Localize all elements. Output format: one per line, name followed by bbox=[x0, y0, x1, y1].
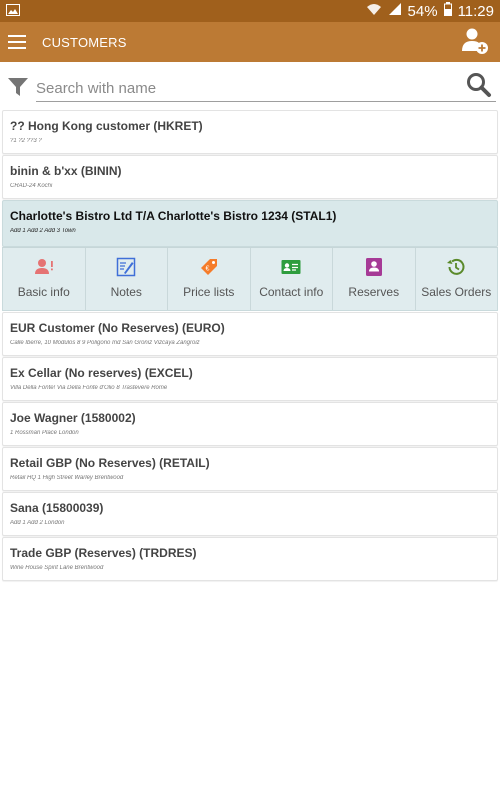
customer-row[interactable]: Retail GBP (No Reserves) (RETAIL) Retail… bbox=[2, 447, 498, 491]
action-label: Sales Orders bbox=[421, 285, 492, 299]
customer-address: Add 1 Add 2 Add 3 Town bbox=[10, 228, 76, 234]
history-icon bbox=[447, 258, 465, 275]
search-icon[interactable] bbox=[466, 72, 492, 103]
customer-name: Retail GBP (No Reserves) (RETAIL) bbox=[10, 456, 210, 470]
customer-address: Add 1 Add 2 London bbox=[10, 520, 65, 526]
customer-name: Charlotte's Bistro Ltd T/A Charlotte's B… bbox=[10, 209, 337, 223]
customer-row[interactable]: Sana (15800039) Add 1 Add 2 London bbox=[2, 492, 498, 536]
notes-button[interactable]: Notes bbox=[86, 248, 168, 310]
customer-name: Sana (15800039) bbox=[10, 501, 104, 515]
add-person-icon bbox=[462, 28, 488, 54]
sales-orders-button[interactable]: Sales Orders bbox=[416, 248, 498, 310]
customer-name: Joe Wagner (1580002) bbox=[10, 411, 136, 425]
filter-icon[interactable] bbox=[7, 76, 29, 103]
customer-address: 1 Rossman Place London bbox=[10, 430, 79, 436]
customer-row[interactable]: Ex Cellar (No reserves) (EXCEL) Villa De… bbox=[2, 357, 498, 401]
customer-address: CRAD-24 Kochi bbox=[10, 183, 53, 189]
person-alert-icon bbox=[34, 259, 53, 274]
contact-info-button[interactable]: Contact info bbox=[251, 248, 333, 310]
battery-icon bbox=[443, 2, 452, 20]
page-title: CUSTOMERS bbox=[42, 34, 127, 50]
customer-row-selected[interactable]: Charlotte's Bistro Ltd T/A Charlotte's B… bbox=[2, 200, 498, 247]
gallery-notification-icon bbox=[6, 3, 20, 20]
search-input[interactable] bbox=[36, 76, 496, 102]
svg-text:€: € bbox=[205, 266, 209, 273]
customer-name: Trade GBP (Reserves) (TRDRES) bbox=[10, 546, 197, 560]
price-tag-icon: € bbox=[200, 259, 217, 275]
wifi-icon bbox=[366, 2, 382, 20]
price-lists-button[interactable]: € Price lists bbox=[168, 248, 251, 310]
customer-address: Calle Iberre, 10 Modulos 8 9 Poligono In… bbox=[10, 340, 200, 346]
customer-address: Villa Della Fonte! Via Della Fonte d'Oli… bbox=[10, 385, 168, 391]
notes-icon bbox=[117, 257, 136, 277]
customer-row[interactable]: Joe Wagner (1580002) 1 Rossman Place Lon… bbox=[2, 402, 498, 446]
customer-address: ?1 ?2 ??3 ? bbox=[10, 138, 42, 144]
customer-name: binin & b'xx (BININ) bbox=[10, 164, 122, 178]
action-label: Contact info bbox=[259, 285, 324, 299]
customer-row[interactable]: Trade GBP (Reserves) (TRDRES) Wine House… bbox=[2, 537, 498, 581]
customer-address: Wine House Spirit Lane Brentwood bbox=[10, 565, 104, 571]
customer-address: Retail HQ 1 High Street Warley Brentwood bbox=[10, 475, 124, 481]
app-bar: CUSTOMERS bbox=[0, 22, 500, 62]
add-customer-button[interactable] bbox=[460, 26, 490, 56]
customer-row[interactable]: EUR Customer (No Reserves) (EURO) Calle … bbox=[2, 312, 498, 356]
customer-name: Ex Cellar (No reserves) (EXCEL) bbox=[10, 366, 193, 380]
customer-name: EUR Customer (No Reserves) (EURO) bbox=[10, 321, 225, 335]
customer-row[interactable]: binin & b'xx (BININ) CRAD-24 Kochi bbox=[2, 155, 498, 199]
customer-row[interactable]: ?? Hong Kong customer (HKRET) ?1 ?2 ??3 … bbox=[2, 110, 498, 154]
customer-actions-bar: Basic info Notes € Price lists Contact i… bbox=[2, 247, 498, 311]
action-label: Price lists bbox=[183, 285, 235, 299]
hamburger-menu-icon[interactable] bbox=[8, 35, 26, 49]
basic-info-button[interactable]: Basic info bbox=[3, 248, 86, 310]
signal-icon bbox=[388, 2, 402, 20]
contact-card-icon bbox=[281, 260, 301, 274]
customer-name: ?? Hong Kong customer (HKRET) bbox=[10, 119, 203, 133]
battery-percent: 54% bbox=[407, 2, 438, 20]
action-label: Reserves bbox=[348, 285, 400, 299]
clock: 11:29 bbox=[457, 2, 494, 20]
reserves-button[interactable]: Reserves bbox=[333, 248, 416, 310]
action-label: Notes bbox=[110, 285, 142, 299]
reserves-icon bbox=[365, 258, 382, 276]
action-label: Basic info bbox=[17, 285, 70, 299]
status-bar: 54% 11:29 bbox=[0, 0, 500, 22]
search-row bbox=[0, 68, 500, 104]
customer-list: ?? Hong Kong customer (HKRET) ?1 ?2 ??3 … bbox=[2, 110, 498, 582]
